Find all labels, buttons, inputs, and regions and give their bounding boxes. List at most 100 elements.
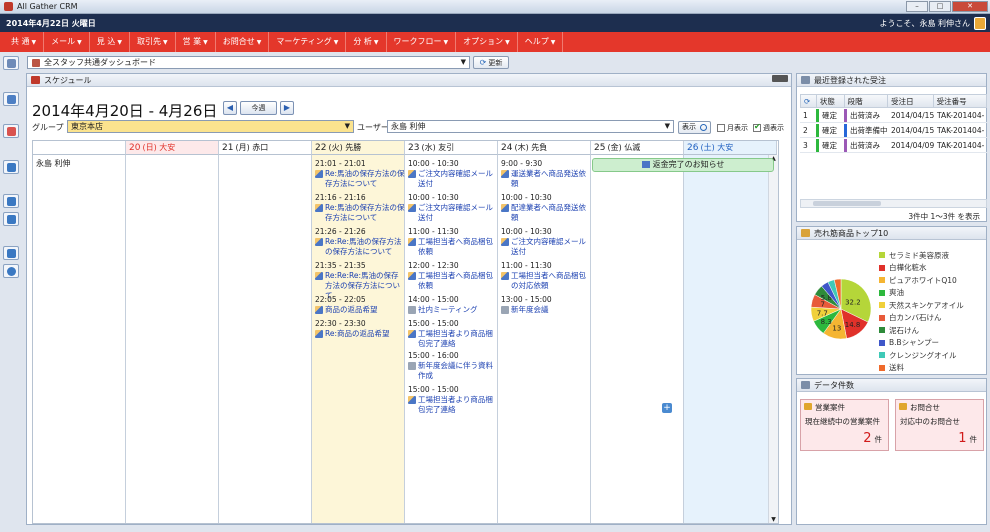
- calendar-event[interactable]: 11:00 - 11:30 工場担当者へ商品梱包依頼: [408, 227, 498, 257]
- this-week-button[interactable]: 今週: [240, 101, 277, 115]
- refresh-button[interactable]: ⟳ 更新: [473, 56, 509, 69]
- day-column-26[interactable]: [684, 155, 777, 523]
- table-row[interactable]: 3 確定 出荷済み 2014/04/09 TAK-201404-: [800, 139, 987, 153]
- calendar-event[interactable]: 10:00 - 10:30 ご注文内容確認メール送付: [408, 193, 498, 223]
- group-select[interactable]: 東京本店 ▼: [67, 120, 354, 133]
- day-column-21[interactable]: [219, 155, 312, 523]
- calendar-event[interactable]: 11:00 - 11:30 工場担当者へ商品梱包の対応依頼: [501, 261, 591, 291]
- globe-icon[interactable]: [3, 264, 19, 278]
- event-subject[interactable]: 工場担当者へ商品梱包依頼: [408, 271, 498, 291]
- calendar-event[interactable]: 22:05 - 22:05 商品の返品希望: [315, 295, 405, 315]
- sidebar-toggle-icon[interactable]: [3, 56, 19, 70]
- minimize-button[interactable]: –: [906, 1, 928, 12]
- calendar-icon[interactable]: [3, 124, 19, 138]
- col-date[interactable]: 受注日: [888, 95, 934, 107]
- menu-item-1[interactable]: メール ▼: [44, 32, 90, 52]
- menu-item-5[interactable]: お問合せ ▼: [216, 32, 270, 52]
- event-subject[interactable]: 商品の返品希望: [315, 305, 405, 315]
- day-header-25[interactable]: 25 (金) 仏滅: [591, 141, 684, 155]
- event-subject[interactable]: 工場担当者より商品梱包完了連絡: [408, 329, 498, 349]
- contact-icon[interactable]: [3, 212, 19, 226]
- group-icon[interactable]: [3, 194, 19, 208]
- event-subject[interactable]: Re:馬油の保存方法の保存方法について: [315, 169, 405, 189]
- allday-event[interactable]: 返金完了のお知らせ: [592, 158, 774, 172]
- day-header-22[interactable]: 22 (火) 先勝: [312, 141, 405, 155]
- menu-item-2[interactable]: 見 込 ▼: [90, 32, 130, 52]
- calendar-scrollbar[interactable]: ▲ ▼: [768, 155, 778, 523]
- scroll-down-icon[interactable]: ▼: [769, 516, 778, 523]
- calendar-event[interactable]: 13:00 - 15:00 新年度会議: [501, 295, 591, 315]
- add-event-icon[interactable]: +: [662, 403, 672, 413]
- event-subject[interactable]: 社内ミーティング: [408, 305, 498, 315]
- prev-week-button[interactable]: ◀: [223, 101, 237, 115]
- event-subject[interactable]: 配達業者へ商品発送依頼: [501, 203, 591, 223]
- day-header-24[interactable]: 24 (木) 先負: [498, 141, 591, 155]
- window-controls: – □ ✕: [906, 1, 988, 12]
- day-header-26[interactable]: 26 (土) 大安: [684, 141, 777, 155]
- next-week-button[interactable]: ▶: [280, 101, 294, 115]
- calendar-event[interactable]: 10:00 - 10:30 ご注文内容確認メール送付: [408, 159, 498, 189]
- day-column-25[interactable]: [591, 155, 684, 523]
- event-subject[interactable]: Re:馬油の保存方法の保存方法について: [315, 203, 405, 223]
- dashboard-select[interactable]: 全スタッフ共通ダッシュボード ▼: [27, 56, 470, 69]
- logout-icon[interactable]: [974, 16, 986, 30]
- menu-item-10[interactable]: ヘルプ ▼: [518, 32, 564, 52]
- event-subject[interactable]: ご注文内容確認メール送付: [408, 169, 498, 189]
- scroll-thumb[interactable]: [813, 201, 881, 206]
- col-status[interactable]: 状態: [817, 95, 845, 107]
- mail-icon[interactable]: [3, 246, 19, 260]
- calendar-event[interactable]: 15:00 - 15:00 工場担当者より商品梱包完了連絡: [408, 319, 498, 349]
- menu-item-6[interactable]: マーケティング ▼: [269, 32, 347, 52]
- calendar-event[interactable]: 21:01 - 21:01 Re:馬油の保存方法の保存方法について: [315, 159, 405, 189]
- menu-item-8[interactable]: ワークフロー ▼: [387, 32, 457, 52]
- show-button[interactable]: 表示: [678, 121, 711, 134]
- event-subject[interactable]: Re:Re:馬油の保存方法の保存方法について: [315, 237, 405, 257]
- menu-item-4[interactable]: 営 業 ▼: [176, 32, 216, 52]
- week-view-box[interactable]: [753, 122, 761, 132]
- day-header-23[interactable]: 23 (水) 友引: [405, 141, 498, 155]
- calendar-event[interactable]: 21:26 - 21:26 Re:Re:馬油の保存方法の保存方法について: [315, 227, 405, 257]
- inquiries-card[interactable]: お問合せ 対応中のお問合せ 1件: [895, 399, 984, 451]
- month-view-box[interactable]: [717, 124, 725, 132]
- calendar-event[interactable]: 10:00 - 10:30 配達業者へ商品発送依頼: [501, 193, 591, 223]
- calendar-event[interactable]: 21:16 - 21:16 Re:馬油の保存方法の保存方法について: [315, 193, 405, 223]
- day-header-20[interactable]: 20 (日) 大安: [126, 141, 219, 155]
- calendar-event[interactable]: 10:00 - 10:30 ご注文内容確認メール送付: [501, 227, 591, 257]
- event-subject[interactable]: 新年度会議に伴う資料作成: [408, 361, 498, 381]
- calendar-event[interactable]: 14:00 - 15:00 社内ミーティング: [408, 295, 498, 315]
- day-column-20[interactable]: [126, 155, 219, 523]
- event-subject[interactable]: Re:商品の返品希望: [315, 329, 405, 339]
- close-window-button[interactable]: ✕: [952, 1, 988, 12]
- calendar-event[interactable]: 9:00 - 9:30 運送業者へ商品発送依頼: [501, 159, 591, 189]
- event-subject[interactable]: 工場担当者へ商品梱包の対応依頼: [501, 271, 591, 291]
- calendar-event[interactable]: 15:00 - 16:00 新年度会議に伴う資料作成: [408, 351, 498, 381]
- refresh-icon[interactable]: ⟳: [801, 95, 817, 107]
- event-subject[interactable]: 工場担当者へ商品梱包依頼: [408, 237, 498, 257]
- calendar-event[interactable]: 12:00 - 12:30 工場担当者へ商品梱包依頼: [408, 261, 498, 291]
- event-subject[interactable]: 運送業者へ商品発送依頼: [501, 169, 591, 189]
- deals-card[interactable]: 営業案件 現在継続中の営業案件 2件: [800, 399, 889, 451]
- maximize-button[interactable]: □: [929, 1, 951, 12]
- menu-item-0[interactable]: 共 通 ▼: [4, 32, 45, 52]
- notes-icon[interactable]: [3, 92, 19, 106]
- collapse-panel-icon[interactable]: [772, 75, 788, 82]
- week-view-checkbox[interactable]: 週表示: [753, 122, 784, 133]
- table-row[interactable]: 1 確定 出荷済み 2014/04/15 TAK-201404-: [800, 109, 987, 123]
- event-subject[interactable]: ご注文内容確認メール送付: [501, 237, 591, 257]
- event-subject[interactable]: ご注文内容確認メール送付: [408, 203, 498, 223]
- menu-item-7[interactable]: 分 析 ▼: [346, 32, 387, 52]
- calendar-event[interactable]: 15:00 - 15:00 工場担当者より商品梱包完了連絡: [408, 385, 498, 415]
- orders-hscrollbar[interactable]: [800, 199, 987, 208]
- col-stage[interactable]: 段階: [845, 95, 889, 107]
- menu-item-9[interactable]: オプション ▼: [456, 32, 518, 52]
- col-number[interactable]: 受注番号: [934, 95, 986, 107]
- event-subject[interactable]: 工場担当者より商品梱包完了連絡: [408, 395, 498, 415]
- phone-icon[interactable]: [3, 160, 19, 174]
- event-subject[interactable]: 新年度会議: [501, 305, 591, 315]
- day-header-21[interactable]: 21 (月) 赤口: [219, 141, 312, 155]
- user-select[interactable]: 永島 利伸 ▼: [387, 120, 674, 133]
- month-view-checkbox[interactable]: 月表示: [717, 123, 748, 133]
- calendar-event[interactable]: 22:30 - 23:30 Re:商品の返品希望: [315, 319, 405, 339]
- table-row[interactable]: 2 確定 出荷準備中 2014/04/15 TAK-201404-: [800, 124, 987, 138]
- menu-item-3[interactable]: 取引先 ▼: [130, 32, 176, 52]
